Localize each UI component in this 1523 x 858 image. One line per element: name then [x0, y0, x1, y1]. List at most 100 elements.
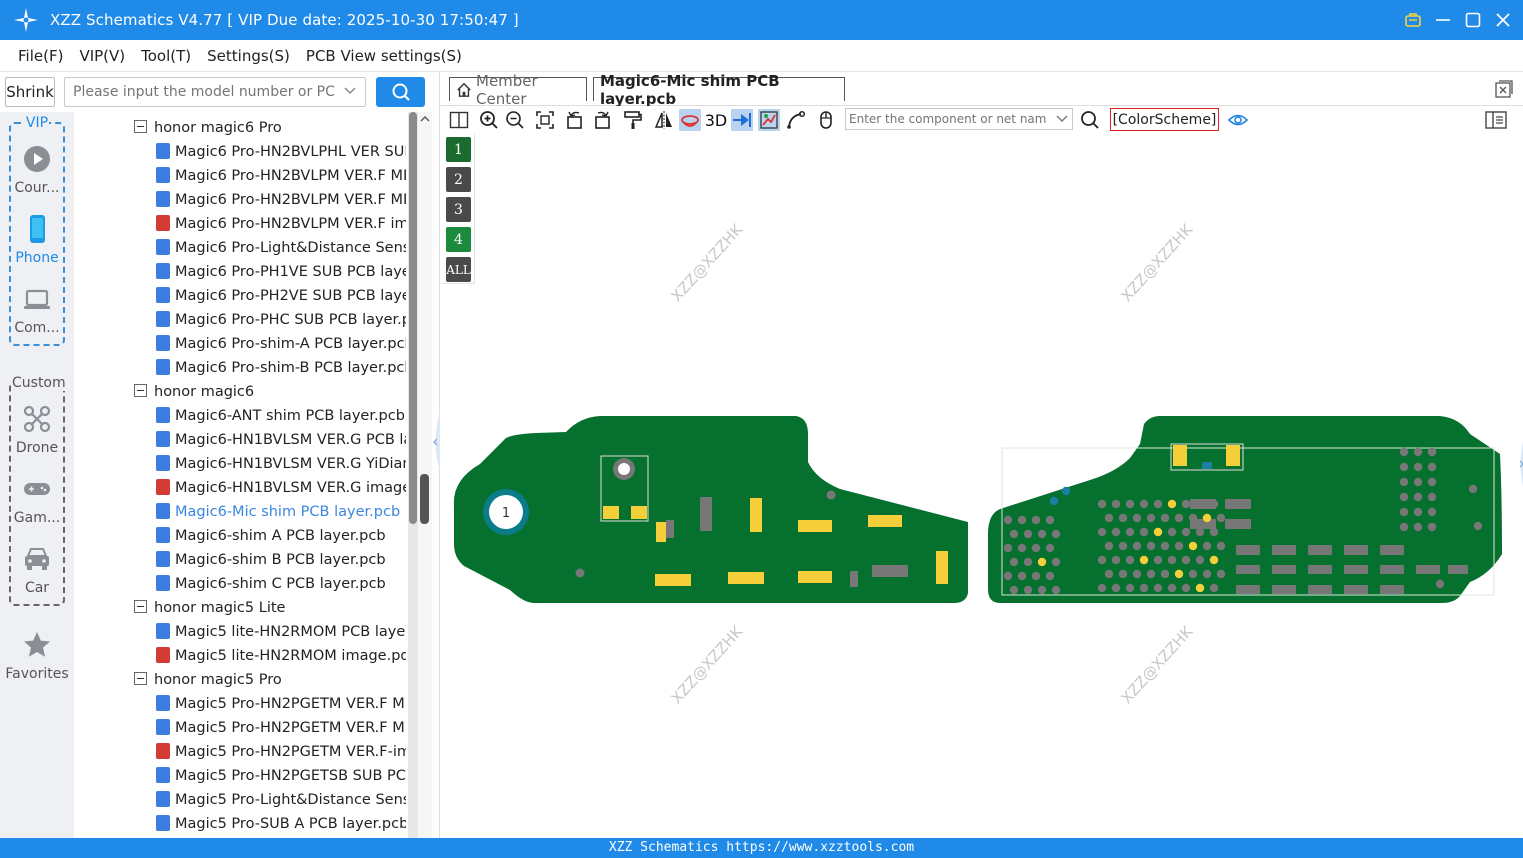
sidebar-item-computer[interactable]: Com... — [11, 284, 63, 336]
bga-ball[interactable] — [1003, 571, 1013, 581]
bga-ball[interactable] — [1111, 499, 1121, 509]
bga-ball[interactable] — [1181, 527, 1191, 537]
tree-file-item[interactable]: Magic6-ANT shim PCB layer.pcb — [156, 404, 406, 428]
sidebar-item-game[interactable]: Gam... — [11, 474, 63, 526]
bga-ball[interactable] — [1037, 557, 1047, 567]
component-pad[interactable] — [666, 520, 674, 538]
bga-ball[interactable] — [1132, 541, 1142, 551]
bga-ball[interactable] — [1209, 527, 1219, 537]
bga-ball[interactable] — [1104, 541, 1114, 551]
component-pad[interactable] — [1272, 585, 1296, 594]
bga-ball-highlight[interactable] — [1195, 583, 1205, 593]
bga-ball[interactable] — [1003, 515, 1013, 525]
bga-ball[interactable] — [1167, 583, 1177, 593]
bga-ball[interactable] — [1188, 569, 1198, 579]
bga-ball[interactable] — [1139, 583, 1149, 593]
via[interactable] — [1399, 522, 1409, 532]
chevron-down-icon[interactable] — [1056, 113, 1068, 125]
maximize-icon[interactable] — [1465, 12, 1481, 28]
test-point[interactable] — [1049, 496, 1059, 506]
collapse-toggle-icon[interactable] — [134, 384, 147, 397]
component-pad[interactable] — [1272, 545, 1296, 555]
smd-pad[interactable] — [656, 522, 666, 542]
split-view-button[interactable] — [448, 109, 470, 131]
bga-ball[interactable] — [1111, 527, 1121, 537]
zoom-in-button[interactable] — [478, 109, 500, 131]
minimize-icon[interactable] — [1435, 12, 1451, 28]
tree-file-item[interactable]: Magic6 Pro-PH2VE SUB PCB layer.p — [156, 284, 406, 308]
sidebar-item-car[interactable]: Car — [11, 544, 63, 596]
bga-ball-highlight[interactable] — [1167, 499, 1177, 509]
bga-ball[interactable] — [1031, 515, 1041, 525]
smd-pad[interactable] — [603, 506, 619, 519]
smd-pad[interactable] — [631, 506, 647, 519]
via[interactable] — [1427, 507, 1437, 517]
bga-ball[interactable] — [1181, 583, 1191, 593]
chevron-down-icon[interactable] — [343, 84, 357, 98]
smd-pad[interactable] — [798, 571, 832, 583]
format-painter-button[interactable] — [622, 109, 644, 131]
tree-file-item[interactable]: Magic6-HN1BVLSM VER.G PCB lay — [156, 428, 406, 452]
bga-ball[interactable] — [1146, 513, 1156, 523]
component-pad[interactable] — [1448, 565, 1468, 574]
bga-ball[interactable] — [1125, 499, 1135, 509]
bga-ball[interactable] — [1195, 499, 1205, 509]
bga-ball[interactable] — [1023, 585, 1033, 595]
tree-scroll-handle[interactable] — [418, 112, 432, 838]
tree-file-item[interactable]: Magic6-shim A PCB layer.pcb — [156, 524, 406, 548]
smd-pad[interactable] — [868, 515, 902, 527]
via[interactable] — [1399, 447, 1409, 457]
bga-ball[interactable] — [1017, 543, 1027, 553]
pcb-canvas[interactable]: 1 2 3 4 ALL XZZ@XZZHK XZZ@XZZHK XZZ@XZZH… — [440, 134, 1523, 838]
search-button[interactable] — [376, 77, 425, 107]
tab-pcb-file[interactable]: Magic6-Mic shim PCB layer.pcb — [593, 72, 845, 108]
component-pad[interactable] — [850, 571, 858, 587]
bga-ball[interactable] — [1181, 555, 1191, 565]
net-search-button[interactable] — [1079, 109, 1101, 131]
via[interactable] — [1413, 447, 1423, 457]
via[interactable] — [1427, 447, 1437, 457]
bga-ball[interactable] — [1045, 543, 1055, 553]
panel-splitter[interactable] — [432, 72, 440, 838]
component-pad[interactable] — [1380, 545, 1404, 555]
bga-ball[interactable] — [1202, 541, 1212, 551]
bga-ball[interactable] — [1118, 513, 1128, 523]
component-pad[interactable] — [1416, 565, 1440, 574]
via[interactable] — [1413, 522, 1423, 532]
component-pad[interactable] — [700, 497, 712, 531]
bga-ball[interactable] — [1023, 529, 1033, 539]
close-all-tabs-icon[interactable] — [1495, 80, 1513, 98]
bga-ball[interactable] — [1097, 583, 1107, 593]
bga-ball[interactable] — [1037, 529, 1047, 539]
bga-ball[interactable] — [1209, 499, 1219, 509]
component-pad[interactable] — [1308, 545, 1332, 555]
bga-ball[interactable] — [1125, 527, 1135, 537]
bga-ball[interactable] — [1097, 555, 1107, 565]
bga-ball[interactable] — [1202, 569, 1212, 579]
via[interactable] — [1435, 579, 1445, 589]
tree-group[interactable]: honor magic6 — [134, 380, 414, 404]
bga-ball[interactable] — [1009, 557, 1019, 567]
smd-pad[interactable] — [750, 498, 762, 532]
tree-file-item[interactable]: Magic6 Pro-shim-A PCB layer.pcb — [156, 332, 406, 356]
tree-scroll-thumb[interactable] — [420, 474, 429, 524]
bga-ball[interactable] — [1097, 499, 1107, 509]
bga-ball[interactable] — [1111, 555, 1121, 565]
via[interactable] — [1399, 462, 1409, 472]
bga-ball[interactable] — [1216, 541, 1226, 551]
model-search-input[interactable] — [65, 78, 335, 106]
bga-ball[interactable] — [1153, 499, 1163, 509]
bga-ball[interactable] — [1216, 513, 1226, 523]
component-pad[interactable] — [1225, 499, 1251, 509]
smd-pad[interactable] — [798, 520, 832, 532]
component-pad[interactable] — [1272, 565, 1296, 574]
tree-file-item[interactable]: Magic6 Pro-HN2BVLPM VER.F MB — [156, 164, 406, 188]
menu-pcb-view-settings[interactable]: PCB View settings(S) — [306, 47, 462, 65]
bga-ball[interactable] — [1031, 543, 1041, 553]
bga-ball[interactable] — [1045, 515, 1055, 525]
rotate-left-button[interactable] — [564, 109, 586, 131]
tree-file-item[interactable]: Magic5 Pro-HN2PGETSB SUB PCB — [156, 764, 406, 788]
tree-group[interactable]: honor magic5 Pro — [134, 668, 414, 692]
component-pad[interactable] — [872, 565, 908, 577]
bga-ball[interactable] — [1167, 527, 1177, 537]
